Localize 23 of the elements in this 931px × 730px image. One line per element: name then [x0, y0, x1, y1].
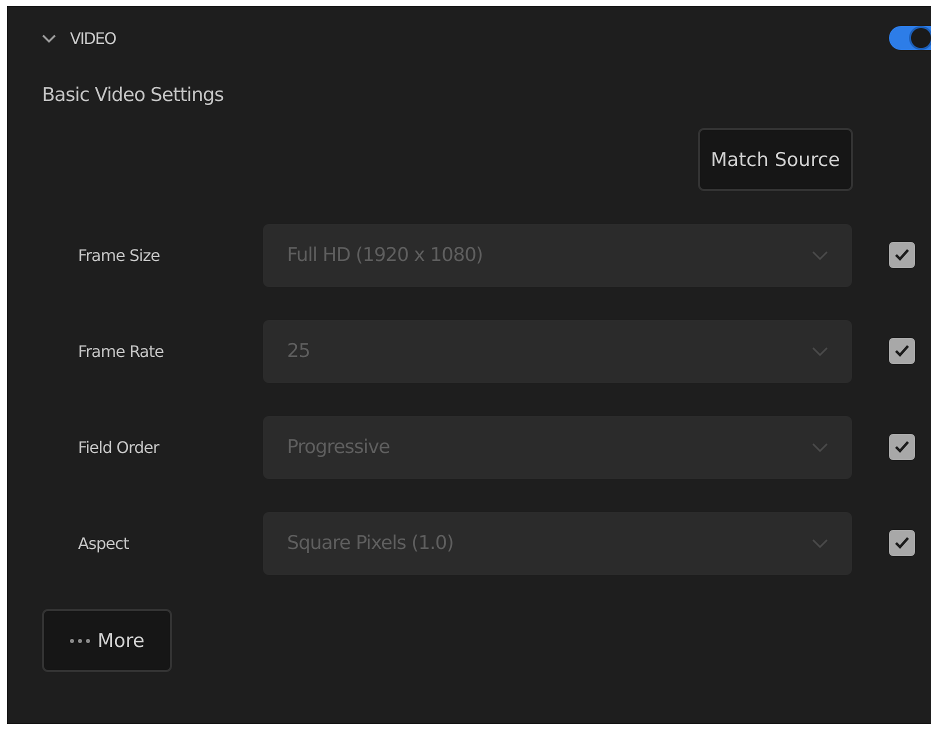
chevron-icon: [42, 34, 56, 42]
chevron-icon: [812, 346, 828, 356]
section-header[interactable]: VIDEO: [42, 28, 116, 48]
checkbox[interactable]: [889, 338, 915, 364]
checkmark-icon: [894, 344, 910, 358]
field-label: Frame Rate: [77, 342, 165, 360]
more-button[interactable]: More: [42, 609, 172, 672]
checkmark-icon: [894, 248, 910, 262]
section-heading: Basic Video Settings: [42, 84, 225, 108]
checkmark-icon: [894, 536, 910, 550]
field-label: Aspect: [77, 534, 130, 552]
chevron-icon: [812, 250, 828, 260]
field-label: Frame Size: [77, 246, 161, 264]
match-source-button[interactable]: Match Source: [698, 128, 853, 191]
checkbox[interactable]: [889, 242, 915, 268]
chevron-icon: [812, 538, 828, 548]
checkbox[interactable]: [889, 434, 915, 460]
chevron-icon: [812, 442, 828, 452]
checkmark-icon: [894, 440, 910, 454]
toggle-switch[interactable]: [889, 26, 931, 50]
more-icon: [69, 638, 92, 644]
field-label: Field Order: [77, 438, 160, 456]
checkbox[interactable]: [889, 530, 915, 556]
